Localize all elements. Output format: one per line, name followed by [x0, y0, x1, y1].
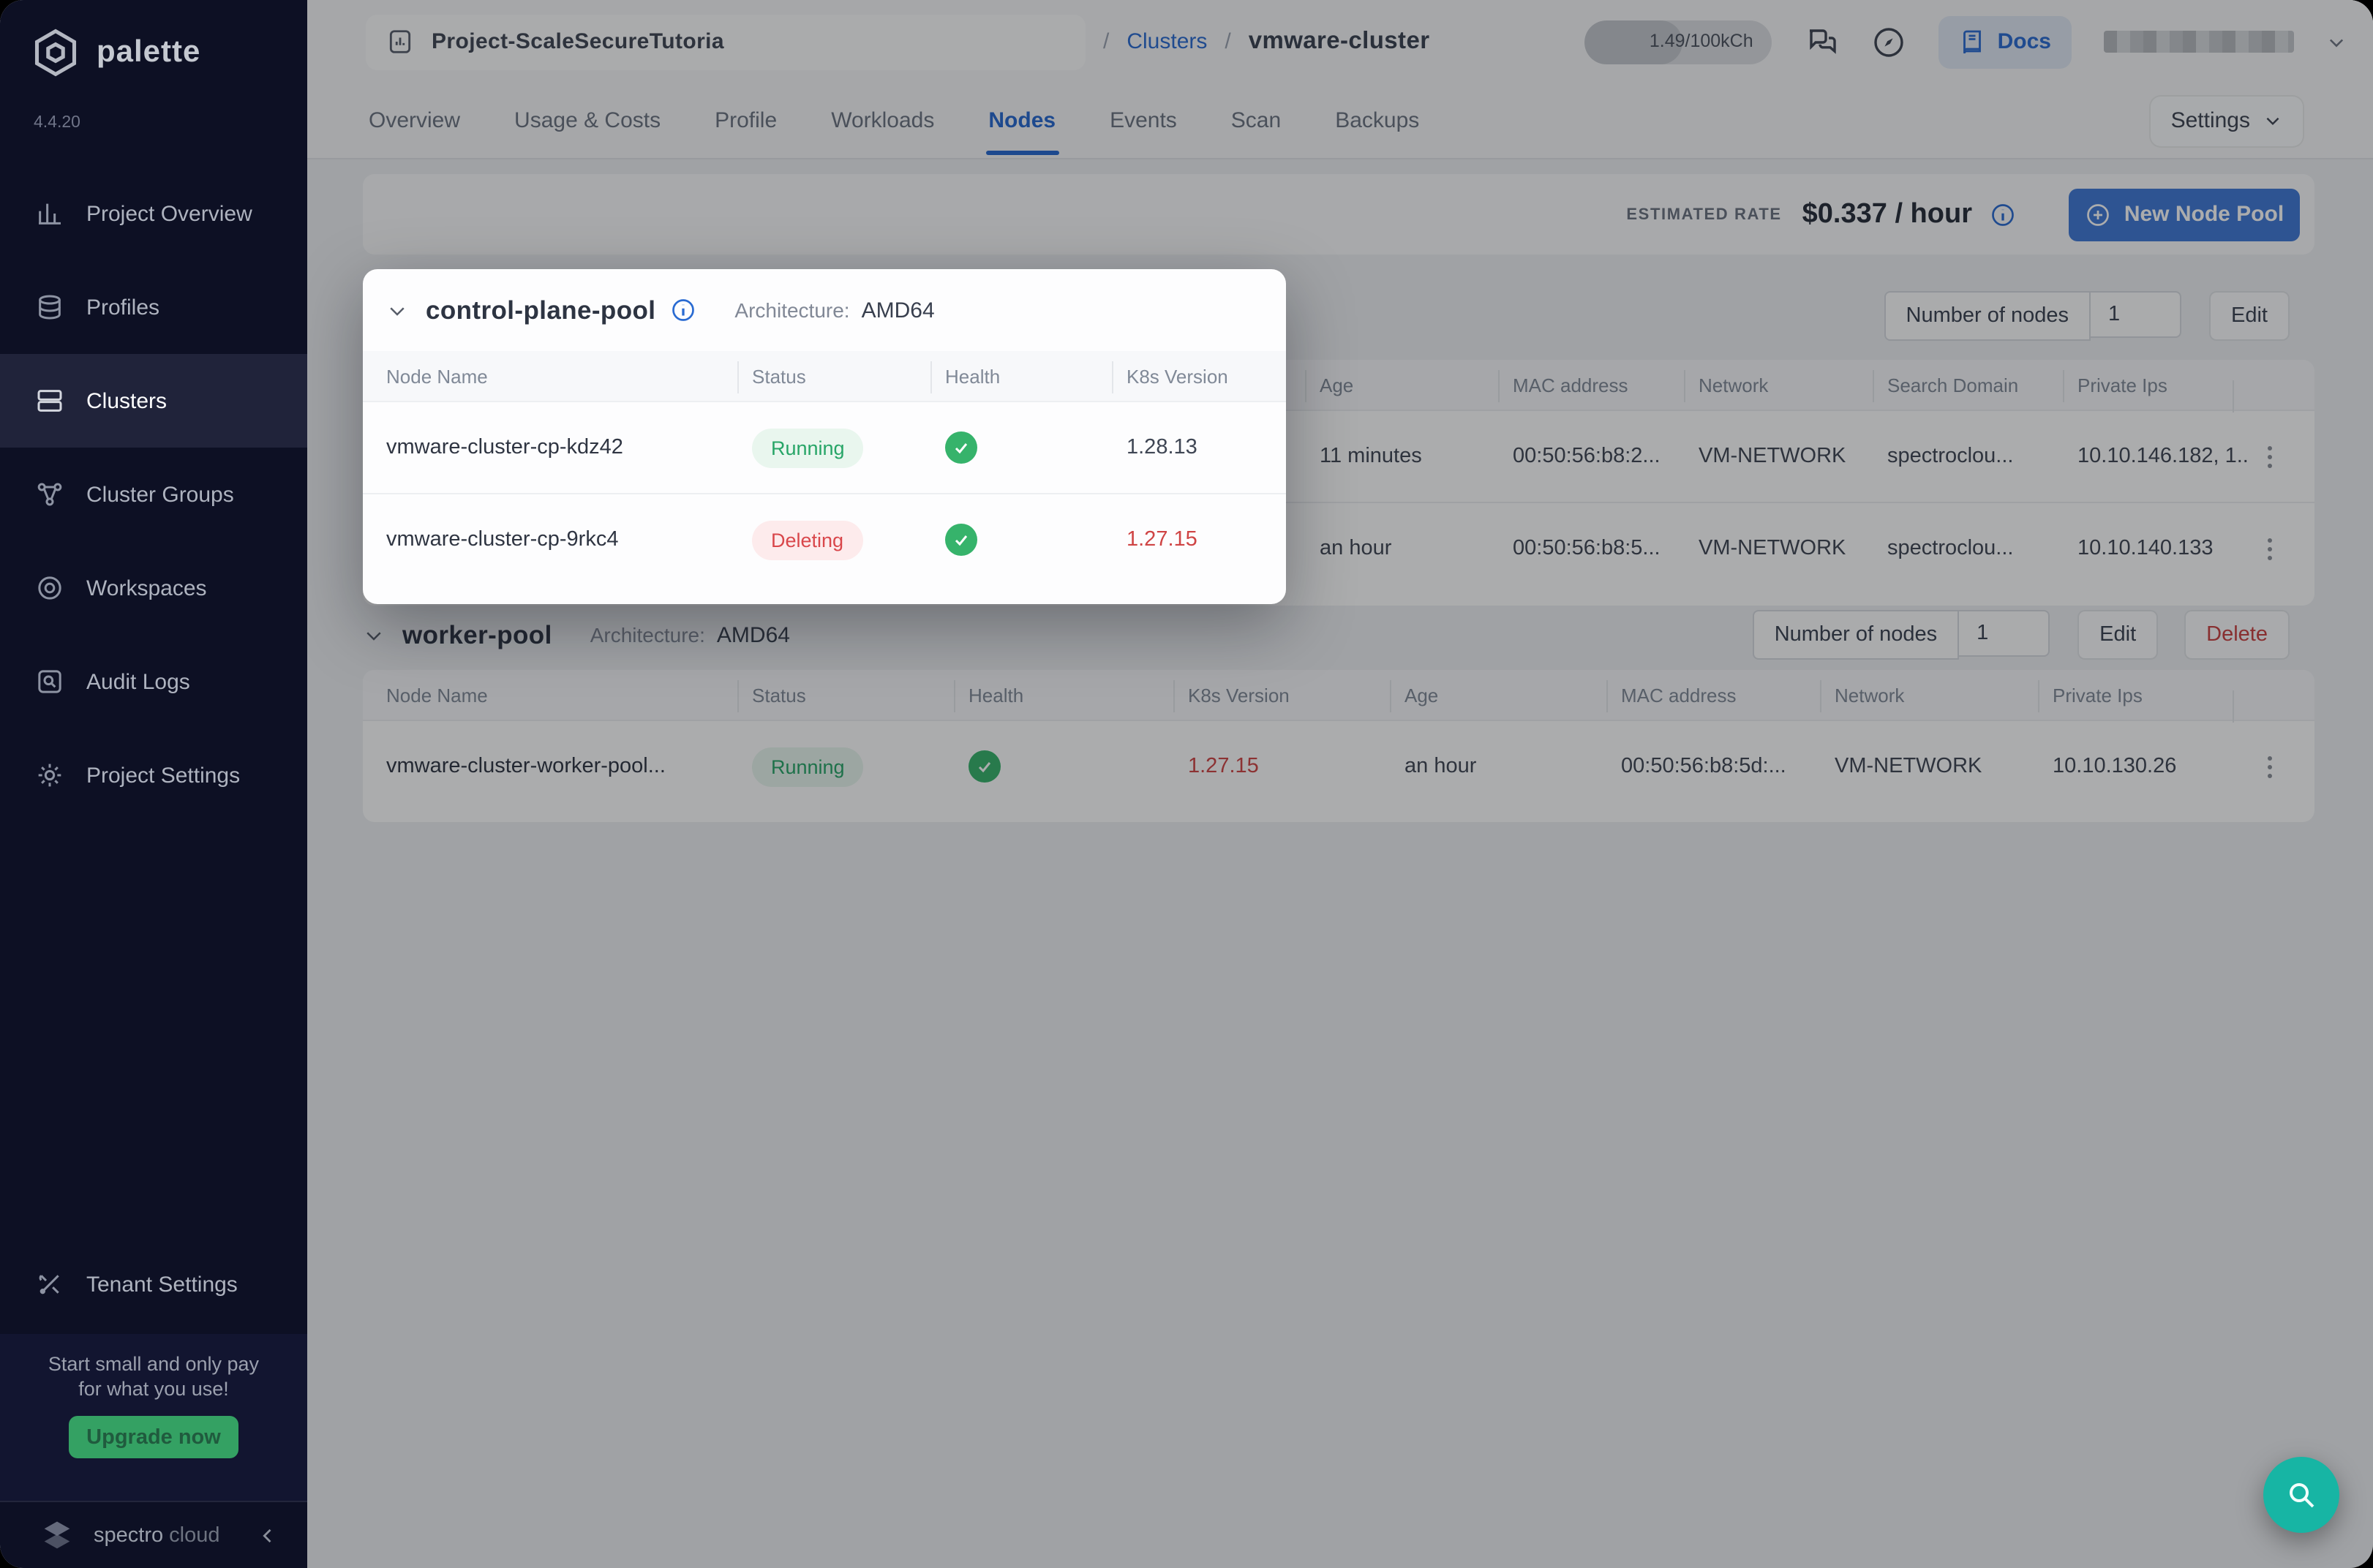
sidebar-footer: spectrocloud	[0, 1501, 307, 1568]
upgrade-promo: Start small and only pay for what you us…	[0, 1334, 307, 1501]
col-health: Health	[945, 365, 1127, 387]
control-plane-pool-spotlight-card: control-plane-pool Architecture: AMD64 N…	[363, 269, 1286, 604]
layers-icon	[35, 293, 64, 322]
control-plane-pool-header: control-plane-pool Architecture: AMD64	[363, 269, 1286, 351]
bar-chart-icon	[35, 199, 64, 228]
collapse-sidebar-icon[interactable]	[257, 1526, 278, 1546]
tools-icon	[35, 1270, 64, 1299]
architecture-value: AMD64	[862, 298, 935, 323]
k8s-version: 1.27.15	[1127, 528, 1263, 551]
table-row: vmware-cluster-cp-kdz42 Running 1.28.13	[363, 401, 1286, 493]
sidebar-nav: Project Overview Profiles Clusters Clust…	[0, 167, 307, 822]
gear-icon	[35, 761, 64, 790]
app-window: palette 4.4.20 Project Overview Profiles	[0, 0, 2373, 1568]
table-header-row: Node Name Status Health K8s Version	[363, 351, 1286, 401]
chevron-down-icon[interactable]	[386, 299, 408, 321]
sidebar-item-project-overview[interactable]: Project Overview	[0, 167, 307, 260]
app-version: 4.4.20	[34, 114, 80, 132]
node-name: vmware-cluster-cp-kdz42	[386, 436, 752, 459]
sidebar-item-label: Profiles	[86, 295, 159, 320]
health-check-icon	[945, 431, 977, 464]
info-icon[interactable]	[670, 297, 696, 323]
sidebar-item-label: Audit Logs	[86, 669, 190, 694]
magnifier-doc-icon	[35, 667, 64, 696]
col-status: Status	[752, 365, 945, 387]
sidebar: palette 4.4.20 Project Overview Profiles	[0, 0, 307, 1568]
sidebar-item-project-settings[interactable]: Project Settings	[0, 728, 307, 822]
pool-title: control-plane-pool	[426, 295, 655, 325]
palette-hexagon-icon	[29, 26, 82, 79]
nodes-network-icon	[35, 480, 64, 509]
main-area: Project-ScaleSecureTutoria / Clusters / …	[307, 0, 2373, 1568]
status-badge: Deleting	[752, 520, 862, 559]
sidebar-item-label: Project Overview	[86, 201, 252, 226]
brand-logo: palette	[29, 26, 200, 79]
sidebar-item-label: Cluster Groups	[86, 482, 234, 507]
footer-brand: spectrocloud	[94, 1524, 219, 1548]
brand-name: palette	[97, 35, 200, 70]
sidebar-item-profiles[interactable]: Profiles	[0, 260, 307, 354]
k8s-version: 1.28.13	[1127, 436, 1263, 459]
architecture-label: Architecture:	[734, 298, 849, 322]
tour-dim-overlay	[307, 0, 2373, 1568]
node-name: vmware-cluster-cp-9rkc4	[386, 528, 752, 551]
sidebar-item-tenant-settings[interactable]: Tenant Settings	[0, 1252, 307, 1316]
promo-text: Start small and only pay for what you us…	[0, 1352, 307, 1401]
sidebar-item-audit-logs[interactable]: Audit Logs	[0, 635, 307, 728]
sidebar-item-label: Clusters	[86, 388, 167, 413]
sidebar-item-label: Workspaces	[86, 576, 207, 600]
tenant-settings-label: Tenant Settings	[86, 1272, 238, 1297]
search-fab[interactable]	[2263, 1457, 2339, 1533]
health-check-icon	[945, 524, 977, 556]
magnifier-icon	[2284, 1477, 2319, 1512]
table-row: vmware-cluster-cp-9rkc4 Deleting 1.27.15	[363, 493, 1286, 585]
col-k8s-version: K8s Version	[1127, 365, 1263, 387]
upgrade-now-button[interactable]: Upgrade now	[69, 1416, 238, 1458]
sidebar-item-clusters[interactable]: Clusters	[0, 354, 307, 448]
sidebar-item-cluster-groups[interactable]: Cluster Groups	[0, 448, 307, 541]
sidebar-item-label: Project Settings	[86, 763, 240, 788]
spectro-cloud-logo-icon	[38, 1517, 76, 1555]
cluster-list-icon	[35, 386, 64, 415]
sidebar-item-workspaces[interactable]: Workspaces	[0, 541, 307, 635]
status-badge: Running	[752, 428, 864, 467]
col-node-name: Node Name	[386, 365, 752, 387]
target-icon	[35, 573, 64, 603]
